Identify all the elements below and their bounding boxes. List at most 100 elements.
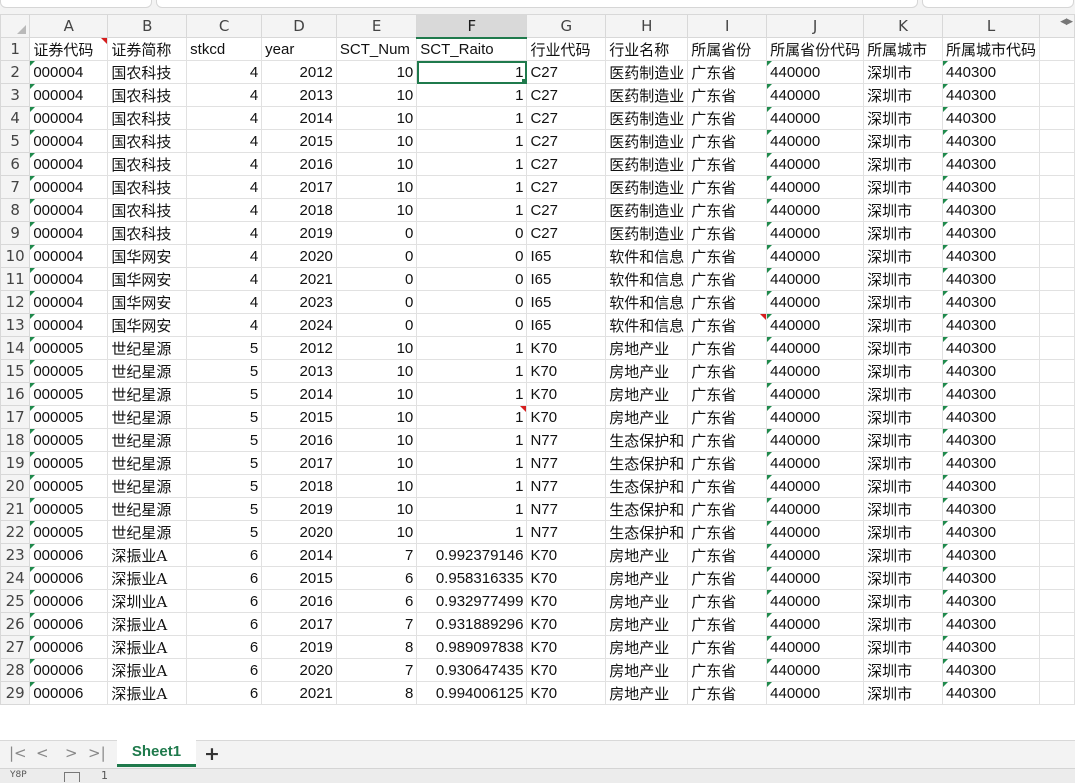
- cell-g23[interactable]: K70: [526, 543, 607, 567]
- cell-e4[interactable]: 10: [335, 106, 418, 130]
- cell-l8[interactable]: 440300: [941, 198, 1041, 222]
- cell-f2[interactable]: 1: [416, 60, 528, 84]
- column-header-j[interactable]: J: [766, 14, 865, 38]
- cell-e11[interactable]: 0: [335, 267, 418, 291]
- cell-j19[interactable]: 440000: [766, 451, 865, 475]
- cell-overflow[interactable]: [1039, 175, 1075, 199]
- cell-i3[interactable]: 广东省: [687, 83, 768, 107]
- cell-d2[interactable]: 2012: [261, 60, 337, 84]
- cell-c14[interactable]: 5: [186, 336, 263, 360]
- cell-g6[interactable]: C27: [526, 152, 607, 176]
- cell-k18[interactable]: 深圳市: [863, 428, 943, 452]
- row-header-15[interactable]: 15: [0, 359, 31, 383]
- cell-f17[interactable]: 1: [416, 405, 528, 429]
- cell-j28[interactable]: 440000: [766, 658, 865, 682]
- cell-k5[interactable]: 深圳市: [863, 129, 943, 153]
- cell-k27[interactable]: 深圳市: [863, 635, 943, 659]
- cell-d16[interactable]: 2014: [261, 382, 337, 406]
- cell-e7[interactable]: 10: [335, 175, 418, 199]
- cell-c28[interactable]: 6: [186, 658, 263, 682]
- cell-j8[interactable]: 440000: [766, 198, 865, 222]
- cell-b9[interactable]: 国农科技: [107, 221, 188, 245]
- cell-c1[interactable]: stkcd: [186, 37, 263, 61]
- cell-a13[interactable]: 000004: [29, 313, 109, 337]
- cell-c4[interactable]: 4: [186, 106, 263, 130]
- cell-l7[interactable]: 440300: [941, 175, 1041, 199]
- cell-l22[interactable]: 440300: [941, 520, 1041, 544]
- add-sheet-button[interactable]: +: [204, 743, 220, 765]
- row-header-10[interactable]: 10: [0, 244, 31, 268]
- cell-c7[interactable]: 4: [186, 175, 263, 199]
- cell-c3[interactable]: 4: [186, 83, 263, 107]
- cell-k22[interactable]: 深圳市: [863, 520, 943, 544]
- column-header-l[interactable]: L: [941, 14, 1041, 38]
- cell-h10[interactable]: 软件和信息: [605, 244, 689, 268]
- cell-c17[interactable]: 5: [186, 405, 263, 429]
- cell-b1[interactable]: 证券简称: [107, 37, 188, 61]
- cell-k19[interactable]: 深圳市: [863, 451, 943, 475]
- cell-f15[interactable]: 1: [416, 359, 528, 383]
- cell-k16[interactable]: 深圳市: [863, 382, 943, 406]
- cell-e12[interactable]: 0: [335, 290, 418, 314]
- cell-l1[interactable]: 所属城市代码: [941, 37, 1041, 61]
- cell-d18[interactable]: 2016: [261, 428, 337, 452]
- cell-f4[interactable]: 1: [416, 106, 528, 130]
- cell-l15[interactable]: 440300: [941, 359, 1041, 383]
- cell-overflow[interactable]: [1039, 60, 1075, 84]
- cell-i20[interactable]: 广东省: [687, 474, 768, 498]
- cell-d5[interactable]: 2015: [261, 129, 337, 153]
- cell-d28[interactable]: 2020: [261, 658, 337, 682]
- cell-k23[interactable]: 深圳市: [863, 543, 943, 567]
- cell-d13[interactable]: 2024: [261, 313, 337, 337]
- cell-a7[interactable]: 000004: [29, 175, 109, 199]
- cell-l2[interactable]: 440300: [941, 60, 1041, 84]
- cell-d23[interactable]: 2014: [261, 543, 337, 567]
- cell-overflow[interactable]: [1039, 612, 1075, 636]
- cell-d10[interactable]: 2020: [261, 244, 337, 268]
- row-header-24[interactable]: 24: [0, 566, 31, 590]
- cell-b16[interactable]: 世纪星源: [107, 382, 188, 406]
- cell-f25[interactable]: 0.932977499: [416, 589, 528, 613]
- cell-f28[interactable]: 0.930647435: [416, 658, 528, 682]
- cell-overflow[interactable]: [1039, 451, 1075, 475]
- cell-g2[interactable]: C27: [526, 60, 607, 84]
- cell-g29[interactable]: K70: [526, 681, 607, 705]
- cell-c22[interactable]: 5: [186, 520, 263, 544]
- cell-b23[interactable]: 深振业A: [107, 543, 188, 567]
- cell-b17[interactable]: 世纪星源: [107, 405, 188, 429]
- cell-d29[interactable]: 2021: [261, 681, 337, 705]
- cell-e16[interactable]: 10: [335, 382, 418, 406]
- cell-g28[interactable]: K70: [526, 658, 607, 682]
- cell-j11[interactable]: 440000: [766, 267, 865, 291]
- cell-e2[interactable]: 10: [335, 60, 418, 84]
- cell-c13[interactable]: 4: [186, 313, 263, 337]
- cell-i5[interactable]: 广东省: [687, 129, 768, 153]
- cell-d22[interactable]: 2020: [261, 520, 337, 544]
- cell-g9[interactable]: C27: [526, 221, 607, 245]
- cell-i22[interactable]: 广东省: [687, 520, 768, 544]
- cell-overflow[interactable]: [1039, 313, 1075, 337]
- cell-i27[interactable]: 广东省: [687, 635, 768, 659]
- cell-h20[interactable]: 生态保护和: [605, 474, 689, 498]
- cell-a19[interactable]: 000005: [29, 451, 109, 475]
- cell-f12[interactable]: 0: [416, 290, 528, 314]
- cell-i18[interactable]: 广东省: [687, 428, 768, 452]
- cell-i15[interactable]: 广东省: [687, 359, 768, 383]
- cell-l23[interactable]: 440300: [941, 543, 1041, 567]
- cell-d11[interactable]: 2021: [261, 267, 337, 291]
- cell-i2[interactable]: 广东省: [687, 60, 768, 84]
- cell-i17[interactable]: 广东省: [687, 405, 768, 429]
- cell-j23[interactable]: 440000: [766, 543, 865, 567]
- cell-d7[interactable]: 2017: [261, 175, 337, 199]
- cell-c21[interactable]: 5: [186, 497, 263, 521]
- cell-a20[interactable]: 000005: [29, 474, 109, 498]
- cell-f7[interactable]: 1: [416, 175, 528, 199]
- cell-h23[interactable]: 房地产业: [605, 543, 689, 567]
- cell-j21[interactable]: 440000: [766, 497, 865, 521]
- cell-b29[interactable]: 深振业A: [107, 681, 188, 705]
- column-header-h[interactable]: H: [605, 14, 689, 38]
- cell-i8[interactable]: 广东省: [687, 198, 768, 222]
- cell-k9[interactable]: 深圳市: [863, 221, 943, 245]
- cell-h25[interactable]: 房地产业: [605, 589, 689, 613]
- cell-f3[interactable]: 1: [416, 83, 528, 107]
